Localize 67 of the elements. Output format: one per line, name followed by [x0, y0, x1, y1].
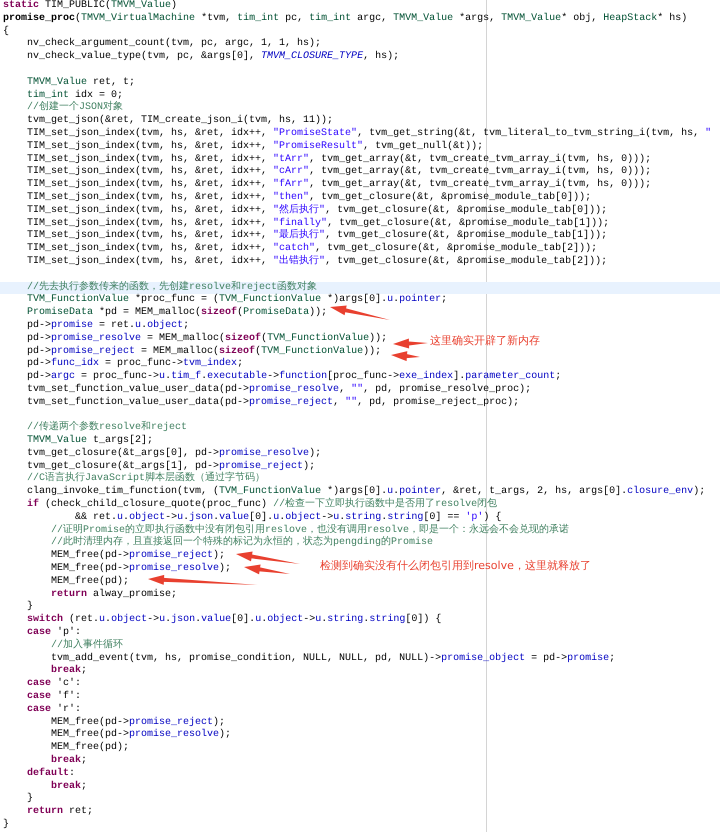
code-line: tim_int idx = 0; — [26, 90, 124, 101]
code-line: break; — [50, 755, 88, 768]
code-line: //此时清理内存，且直接返回一个特殊的标记为永恒的，状态为pengding的Promise — [50, 537, 434, 550]
annotation-text: 检测到确实没有什么闭包引用到resolve，这里就释放了 — [320, 559, 591, 573]
arrow — [393, 338, 428, 348]
code-line: //证明Promise的立即执行函数中没有闭包引用reslove，也没有调用resolve，即是一个：永远会不会兑现的承诺 — [50, 524, 570, 536]
code-line: TIM_set_json_index(tvm, hs, &ret, idx++, "PromiseState", tvm_get_string(&t, tvm_literal_to_tvm_string_i(tvm, hs, " — [26, 128, 712, 140]
code-line: pd->promise_reject = MEM_malloc(sizeof(TVM_FunctionValue)); — [26, 346, 382, 358]
code-line: } — [26, 601, 34, 614]
arrow — [236, 552, 300, 564]
code-line: return ret; — [26, 806, 94, 819]
code-line: return alway_promise; — [50, 588, 178, 602]
code-line: TIM_set_json_index(tvm, hs, &ret, idx++, "cArr", tvm_get_array(&t, tvm_create_tvm_array_i(tvm, hs, 0))); — [26, 166, 652, 178]
code-line: pd->promise_resolve = MEM_malloc(sizeof(TVM_FunctionValue)); — [26, 332, 388, 346]
code-line: TIM_set_json_index(tvm, hs, &ret, idx++, "PromiseResult", tvm_get_null(&t)); — [26, 140, 484, 154]
code-line: TIM_set_json_index(tvm, hs, &ret, idx++, "fArr", tvm_get_array(&t, tvm_create_tvm_array_i(tvm, hs, 0))); — [26, 179, 652, 192]
code-line: MEM_free(pd); — [50, 576, 130, 588]
code-line: default: — [26, 768, 76, 780]
arrow — [330, 306, 390, 320]
code-line: && ret.u.object->u.json.value[0].u.object->u.string.string[0] == 'p') { — [74, 512, 502, 524]
arrow — [391, 351, 420, 362]
code-line: promise_proc(TMVM_VirtualMachine *tvm, tim_int pc, tim_int argc, TMVM_Value *args, TMVM_Value* obj, HeapStack* hs) — [2, 12, 688, 26]
code-line: TMVM_Value ret, t; — [26, 76, 136, 90]
code-line: TIM_set_json_index(tvm, hs, &ret, idx++, "catch", tvm_get_closure(&t, &promise_module_tab[2])); — [26, 243, 598, 254]
code-line: //传递两个参数resolve和reject — [26, 422, 188, 434]
code-line: break; — [50, 665, 88, 678]
code-line: tvm_get_closure(&t_args[1], pd->promise_reject); — [26, 460, 316, 472]
code-line: case 'f': — [26, 691, 82, 704]
code-line: nv_check_argument_count(tvm, pc, argc, 1, 1, hs); — [26, 38, 322, 50]
code-line: TIM_set_json_index(tvm, hs, &ret, idx++, "finally", tvm_get_closure(&t, &promise_module_tab[1])); — [26, 218, 610, 229]
code-line: TIM_set_json_index(tvm, hs, &ret, idx++, "tArr", tvm_get_array(&t, tvm_create_tvm_array_i(tvm, hs, 0))); — [26, 154, 652, 166]
code-line: case 'c': — [26, 678, 82, 690]
code-line: //C语言执行JavaScript脚本层函数（通过字节码） — [26, 473, 266, 486]
code-line: TIM_set_json_index(tvm, hs, &ret, idx++, "然后执行", tvm_get_closure(&t, &promise_module_tab[0])); — [26, 204, 608, 218]
code-line: case 'r': — [26, 704, 82, 716]
code-line: pd->argc = proc_func->u.tim_f.executable->function[proc_func->exe_index].parameter_count; — [26, 371, 562, 384]
code-line: } — [2, 819, 10, 832]
code-line: pd->promise = ret.u.object; — [26, 320, 190, 332]
code-line: pd->func_idx = proc_func->tvm_index; — [26, 358, 244, 370]
code-line: MEM_free(pd->promise_resolve); — [50, 729, 232, 742]
code-line: tvm_add_event(tvm, hs, promise_condition, NULL, NULL, pd, NULL)->promise_object = pd->promise; — [50, 652, 616, 664]
code-line: static TIM_PUBLIC(TMVM_Value) — [2, 0, 178, 12]
code-line: TIM_set_json_index(tvm, hs, &ret, idx++, "then", tvm_get_closure(&t, &promise_module_tab[0])); — [26, 192, 592, 204]
code-line: tvm_get_json(&ret, TIM_create_json_i(tvm, hs, 11)); — [26, 115, 334, 128]
code-line: //加入事件循环 — [50, 640, 124, 652]
code-line: tvm_get_closure(&t_args[0], pd->promise_resolve); — [26, 448, 322, 460]
code-line: case 'p': — [26, 627, 82, 638]
annotation-text: 这里确实开辟了新内存 — [430, 334, 540, 348]
code-line: MEM_free(pd->promise_reject); — [50, 550, 226, 562]
code-line: tvm_set_function_value_user_data(pd->promise_resolve, "", pd, promise_resolve_proc); — [26, 384, 532, 396]
code-line: break; — [50, 780, 88, 794]
code-line: } — [26, 793, 34, 806]
code-line: //创建一个JSON对象 — [26, 102, 124, 114]
code-line: TVM_FunctionValue *proc_func = (TVM_FunctionValue *)args[0].u.pointer; — [26, 294, 448, 306]
code-line: clang_invoke_tim_function(tvm, (TVM_FunctionValue *)args[0].u.pointer, &ret, t_args, 2, hs, args[0].closure_env); — [26, 486, 706, 498]
code-line: TMVM_Value t_args[2]; — [26, 435, 154, 448]
code-line: if (check_child_closure_quote(proc_func) //检查一下立即执行函数中是否用了resolve闭包 — [26, 499, 498, 512]
code-line: MEM_free(pd->promise_reject); — [50, 716, 226, 728]
code-line: PromiseData *pd = MEM_malloc(sizeof(PromiseData)); — [26, 307, 328, 320]
code-line: MEM_free(pd); — [50, 742, 130, 754]
code-line: { — [2, 26, 10, 38]
code-line: TIM_set_json_index(tvm, hs, &ret, idx++, "出错执行", tvm_get_closure(&t, &promise_module_tab[2])); — [26, 256, 608, 269]
code-line: tvm_set_function_value_user_data(pd->promise_reject, "", pd, promise_reject_proc); — [26, 396, 520, 410]
code-line: nv_check_value_type(tvm, pc, &args[0], TMVM_CLOSURE_TYPE, hs); — [26, 51, 400, 64]
code-line: TIM_set_json_index(tvm, hs, &ret, idx++, "最后执行", tvm_get_closure(&t, &promise_module_tab[1])); — [26, 230, 608, 242]
code-line: switch (ret.u.object->u.json.value[0].u.object->u.string.string[0]) { — [26, 614, 442, 626]
code-line: MEM_free(pd->promise_resolve); — [50, 563, 232, 576]
